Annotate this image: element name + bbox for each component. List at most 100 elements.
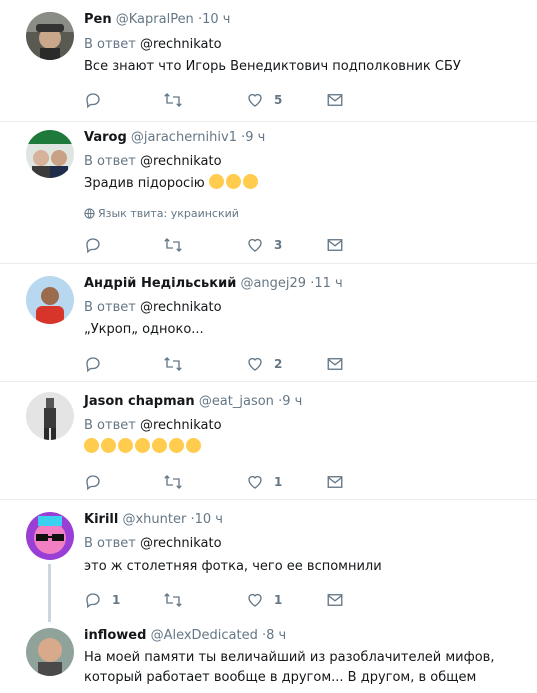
retweet-icon <box>163 355 183 373</box>
tweet-text-line <box>84 438 529 458</box>
author-handle[interactable]: @xhunter <box>122 512 186 527</box>
dm-button[interactable] <box>326 235 344 255</box>
tweet-text: Все знают что Игорь Венедиктович подполк… <box>84 59 461 74</box>
tweet-actions: 1 1 <box>84 590 384 610</box>
author-handle[interactable]: @eat_jason <box>199 394 274 409</box>
like-button[interactable]: 2 <box>246 354 282 374</box>
retweet-button[interactable] <box>163 472 193 492</box>
tweet[interactable]: Varog @jarachernihiv1 ·9 ч В ответ @rech… <box>0 122 537 264</box>
grinning-emoji <box>242 174 258 189</box>
dm-button[interactable] <box>326 472 344 492</box>
retweet-button[interactable] <box>163 235 193 255</box>
avatar[interactable] <box>26 392 74 440</box>
reply-prefix: В ответ <box>84 418 136 433</box>
heart-icon <box>246 591 264 609</box>
reply-mention[interactable]: @rechnikato <box>140 300 222 315</box>
dm-button[interactable] <box>326 90 344 110</box>
heart-icon <box>246 91 264 109</box>
reply-icon <box>84 236 102 254</box>
reply-context: В ответ @rechnikato <box>84 154 222 170</box>
reply-icon <box>84 355 102 373</box>
language-label: Язык твита: украинский <box>98 207 239 220</box>
tweet-actions: 2 <box>84 354 384 374</box>
reply-prefix: В ответ <box>84 37 136 52</box>
timestamp[interactable]: ·9 ч <box>278 394 302 409</box>
reply-mention[interactable]: @rechnikato <box>140 536 222 551</box>
like-count: 1 <box>274 475 283 489</box>
retweet-icon <box>163 236 183 254</box>
avatar[interactable] <box>26 130 74 178</box>
author-name[interactable]: Kirill <box>84 512 118 527</box>
avatar[interactable] <box>26 512 74 560</box>
like-count: 2 <box>274 357 283 371</box>
reply-mention[interactable]: @rechnikato <box>140 154 222 169</box>
grinning-emoji <box>208 174 224 189</box>
tweet-text: это ж столетняя фотка, чего ее вспомнили <box>84 559 382 574</box>
timestamp[interactable]: ·11 ч <box>310 276 343 291</box>
like-count: 3 <box>274 238 283 252</box>
tweet-text: „Укроп„ одноко... <box>84 322 204 337</box>
timestamp[interactable]: ·10 ч <box>190 512 223 527</box>
dm-button[interactable] <box>326 590 344 610</box>
tweet[interactable]: Андрій Недільський @angej29 ·11 ч В отве… <box>0 264 537 382</box>
tweet[interactable]: Kirill @xhunter ·10 ч В ответ @rechnikat… <box>0 500 537 618</box>
like-count: 5 <box>274 93 283 107</box>
tweet-actions: 5 <box>84 90 384 110</box>
retweet-button[interactable] <box>163 354 193 374</box>
grinning-emoji <box>225 174 241 189</box>
retweet-icon <box>163 91 183 109</box>
reply-button[interactable] <box>84 90 112 110</box>
timestamp[interactable]: ·8 ч <box>262 628 286 643</box>
reply-button[interactable] <box>84 354 112 374</box>
author-handle[interactable]: @angej29 <box>240 276 306 291</box>
reply-button[interactable] <box>84 472 112 492</box>
tweet-text-line: Зрадив підоросію <box>84 174 529 194</box>
dm-button[interactable] <box>326 354 344 374</box>
reply-prefix: В ответ <box>84 536 136 551</box>
retweet-icon <box>163 591 183 609</box>
author-name[interactable]: Jason chapman <box>84 394 195 409</box>
reply-icon <box>84 591 102 609</box>
envelope-icon <box>326 91 344 109</box>
author-handle[interactable]: @jarachernihiv1 <box>131 130 237 145</box>
author-handle[interactable]: @AlexDedicated <box>151 628 258 643</box>
reply-prefix: В ответ <box>84 154 136 169</box>
heart-icon <box>246 236 264 254</box>
retweet-button[interactable] <box>163 90 193 110</box>
tweet[interactable]: inflowed @AlexDedicated ·8 ч На моей пам… <box>0 618 537 693</box>
envelope-icon <box>326 473 344 491</box>
like-button[interactable]: 1 <box>246 472 282 492</box>
envelope-icon <box>326 591 344 609</box>
tweet[interactable]: Jason chapman @eat_jason ·9 ч В ответ @r… <box>0 382 537 500</box>
like-button[interactable]: 1 <box>246 590 282 610</box>
author-name[interactable]: Varog <box>84 130 127 145</box>
heart-icon <box>246 473 264 491</box>
reply-button[interactable]: 1 <box>84 590 120 610</box>
tweet[interactable]: Pen @KapralPen ·10 ч В ответ @rechnikato… <box>0 0 537 122</box>
reply-icon <box>84 473 102 491</box>
tweet-text: На моей памяти ты величайший из разоблач… <box>84 650 495 685</box>
retweet-icon <box>163 473 183 491</box>
tweet-language: Язык твита: украинский <box>84 207 239 220</box>
reply-context: В ответ @rechnikato <box>84 300 222 316</box>
tears-of-joy-emoji <box>84 438 99 453</box>
timestamp[interactable]: ·10 ч <box>198 12 231 27</box>
reply-button[interactable] <box>84 235 112 255</box>
author-name[interactable]: Андрій Недільський <box>84 276 236 291</box>
avatar[interactable] <box>26 628 74 676</box>
like-button[interactable]: 3 <box>246 235 282 255</box>
avatar[interactable] <box>26 276 74 324</box>
author-name[interactable]: Pen <box>84 12 112 27</box>
like-button[interactable]: 5 <box>246 90 282 110</box>
reply-mention[interactable]: @rechnikato <box>140 418 222 433</box>
timestamp[interactable]: ·9 ч <box>241 130 265 145</box>
author-name[interactable]: inflowed <box>84 628 146 643</box>
tears-of-joy-emoji <box>118 438 133 453</box>
retweet-button[interactable] <box>163 590 193 610</box>
reply-mention[interactable]: @rechnikato <box>140 37 222 52</box>
reply-context: В ответ @rechnikato <box>84 37 222 53</box>
like-count: 1 <box>274 593 283 607</box>
avatar[interactable] <box>26 12 74 60</box>
author-handle[interactable]: @KapralPen <box>116 12 194 27</box>
tears-of-joy-emoji <box>101 438 116 453</box>
